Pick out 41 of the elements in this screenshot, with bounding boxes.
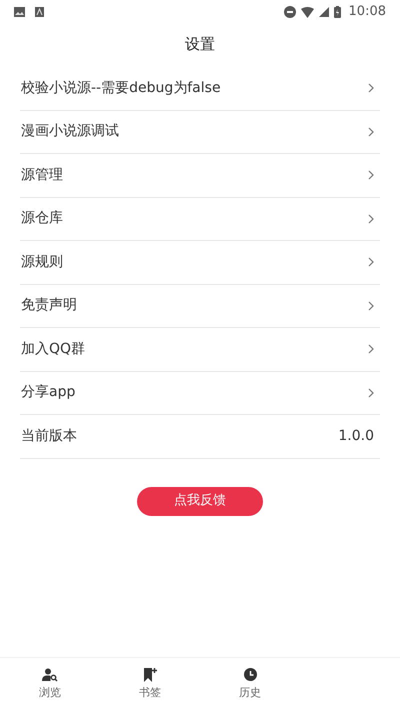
- settings-row[interactable]: 漫画小说源调试: [20, 110, 380, 154]
- user-search-icon: [42, 668, 58, 682]
- page-title: 设置: [185, 34, 215, 55]
- row-label: 免责声明: [21, 296, 77, 316]
- chevron-right-icon: [368, 83, 374, 94]
- chevron-right-icon: [368, 214, 374, 224]
- row-label: 分享app: [21, 383, 76, 402]
- signal-icon: [318, 7, 329, 17]
- do-not-disturb-icon: [284, 6, 296, 18]
- feedback-button[interactable]: 点我反馈: [137, 486, 263, 516]
- bookmark-icon: [143, 667, 157, 682]
- battery-icon: [334, 6, 341, 18]
- chevron-right-icon: [368, 388, 374, 398]
- settings-row[interactable]: 源管理: [20, 154, 380, 198]
- row-label: 源规则: [21, 252, 63, 272]
- chevron-right-icon: [368, 126, 374, 137]
- nav-tab[interactable]: 浏览: [0, 658, 100, 711]
- row-label: 当前版本: [21, 426, 77, 446]
- settings-row[interactable]: 分享app: [20, 372, 380, 415]
- settings-row[interactable]: 校验小说源--需要debug为false: [20, 67, 380, 110]
- chevron-right-icon: [368, 257, 374, 268]
- nav-tab[interactable]: 书签: [100, 658, 200, 711]
- chevron-right-icon: [368, 300, 374, 311]
- settings-row[interactable]: 源仓库: [20, 198, 380, 241]
- row-label: 源仓库: [21, 209, 63, 228]
- status-time: 10:08: [348, 3, 386, 22]
- version-value: 1.0.0: [338, 426, 374, 446]
- settings-row[interactable]: 加入QQ群: [20, 328, 380, 372]
- image-icon: [14, 7, 25, 17]
- row-label: 漫画小说源调试: [21, 122, 119, 142]
- chevron-right-icon: [368, 170, 374, 180]
- row-label: 校验小说源--需要debug为false: [21, 78, 221, 98]
- clock-icon: [242, 667, 258, 682]
- settings-row[interactable]: 免责声明: [20, 284, 380, 328]
- row-label: 源管理: [21, 166, 63, 185]
- row-label: 加入QQ群: [21, 340, 86, 359]
- chevron-right-icon: [368, 344, 374, 354]
- settings-row[interactable]: 源规则: [20, 241, 380, 284]
- font-icon: [35, 7, 44, 17]
- nav-tab[interactable]: 历史: [200, 658, 300, 711]
- wifi-icon: [300, 6, 314, 18]
